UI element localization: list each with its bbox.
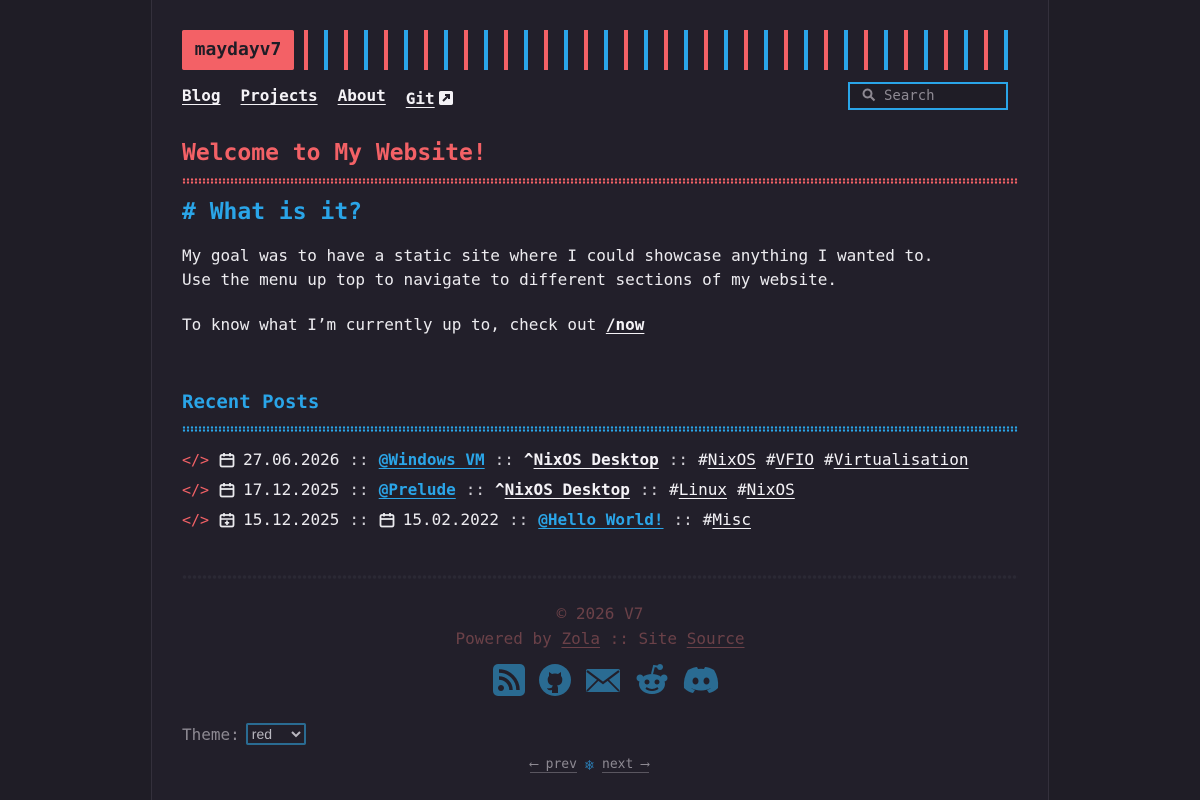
mail-icon[interactable]: [584, 663, 622, 697]
post-date: 27.06.2026: [243, 450, 340, 469]
snowflake-icon: ❄: [584, 756, 594, 774]
page-column: maydayv7 Blog Projects About Git Welcome…: [151, 0, 1049, 800]
search-box[interactable]: [848, 82, 1008, 110]
post-title-link[interactable]: @Hello World!: [538, 508, 663, 532]
search-input[interactable]: [884, 84, 1000, 108]
post-series-link[interactable]: NixOS Desktop: [505, 478, 630, 502]
header-stripes: [304, 30, 1014, 70]
intro-line-1: My goal was to have a static site where …: [182, 246, 934, 265]
post-series-link[interactable]: NixOS Desktop: [534, 448, 659, 472]
reddit-icon[interactable]: [634, 662, 670, 698]
post-title-link[interactable]: @Windows VM: [379, 448, 485, 472]
post-tag-link[interactable]: NixOS: [747, 478, 795, 502]
next-link[interactable]: next ⟶: [602, 757, 649, 773]
code-icon: </>: [182, 481, 210, 499]
separator: ::: [668, 450, 689, 469]
separator: ::: [639, 480, 660, 499]
webring-nav: ⟵ prev ❄ next ⟶: [530, 756, 649, 774]
post-date: 17.12.2025: [243, 480, 340, 499]
site-text: :: Site: [609, 629, 678, 648]
source-link[interactable]: Source: [687, 629, 745, 648]
post-tag-link[interactable]: VFIO: [776, 448, 815, 472]
calendar-icon: [219, 483, 235, 498]
title-divider: [182, 178, 1018, 184]
copyright: © 2026 V7: [556, 604, 644, 623]
code-icon: </>: [182, 511, 210, 529]
site-logo[interactable]: maydayv7: [182, 30, 294, 70]
prev-link[interactable]: ⟵ prev: [530, 757, 577, 773]
calendar-icon: [219, 453, 235, 468]
github-icon[interactable]: [538, 663, 572, 697]
post-row: </> 17.12.2025 :: @Prelude :: ^ NixOS De…: [182, 478, 795, 502]
post-tag-link[interactable]: Virtualisation: [834, 448, 969, 472]
powered-by-text: Powered by: [455, 629, 552, 648]
section-heading: # What is it?: [182, 199, 363, 225]
post-tag-link[interactable]: NixOS: [708, 448, 756, 472]
recent-divider: [182, 426, 1018, 432]
theme-label: Theme:: [182, 724, 240, 744]
nav-git[interactable]: Git: [406, 89, 435, 108]
separator: ::: [349, 450, 369, 469]
series-caret: ^: [523, 450, 534, 469]
theme-select[interactable]: red: [245, 723, 306, 745]
recent-posts-heading: Recent Posts: [182, 391, 320, 413]
post-tag-link[interactable]: Linux: [679, 478, 727, 502]
separator: ::: [494, 450, 514, 469]
separator: ::: [673, 510, 693, 529]
post-title-link[interactable]: @Prelude: [379, 478, 456, 502]
rss-icon[interactable]: [492, 663, 526, 697]
search-icon: [862, 88, 876, 102]
post-tag-link[interactable]: Misc: [712, 508, 751, 532]
main-nav: Blog Projects About Git: [182, 86, 453, 110]
powered-by: Powered by Zola :: Site Source: [182, 629, 1018, 648]
now-paragraph: To know what I’m currently up to, check …: [182, 313, 644, 337]
calendar-plus-icon: [219, 513, 235, 528]
now-text: To know what I’m currently up to, check …: [182, 315, 597, 334]
calendar-icon: [379, 513, 395, 528]
discord-icon[interactable]: [682, 665, 720, 695]
nav-projects[interactable]: Projects: [241, 86, 318, 110]
separator: ::: [465, 480, 486, 499]
separator: ::: [349, 510, 369, 529]
social-links: [492, 662, 720, 698]
zola-link[interactable]: Zola: [561, 629, 600, 648]
now-link[interactable]: /now: [606, 315, 645, 334]
theme-switcher: Theme: red: [182, 723, 306, 745]
separator: ::: [509, 510, 529, 529]
post-row: </> 27.06.2026 :: @Windows VM :: ^ NixOS…: [182, 448, 969, 472]
post-row: </> 15.12.2025 :: 15.02.2022 :: @Hello W…: [182, 508, 751, 532]
intro-line-2: Use the menu up top to navigate to diffe…: [182, 270, 838, 289]
page-title: Welcome to My Website!: [182, 140, 487, 166]
nav-about[interactable]: About: [338, 86, 386, 110]
post-date: 15.12.2025: [243, 510, 340, 529]
post-updated-date: 15.02.2022: [402, 510, 500, 529]
series-caret: ^: [495, 480, 505, 499]
intro-paragraph: My goal was to have a static site where …: [182, 244, 933, 292]
footer-divider: [182, 574, 1018, 580]
code-icon: </>: [182, 451, 210, 469]
separator: ::: [349, 480, 369, 499]
nav-blog[interactable]: Blog: [182, 86, 221, 110]
external-link-icon: [438, 91, 453, 105]
